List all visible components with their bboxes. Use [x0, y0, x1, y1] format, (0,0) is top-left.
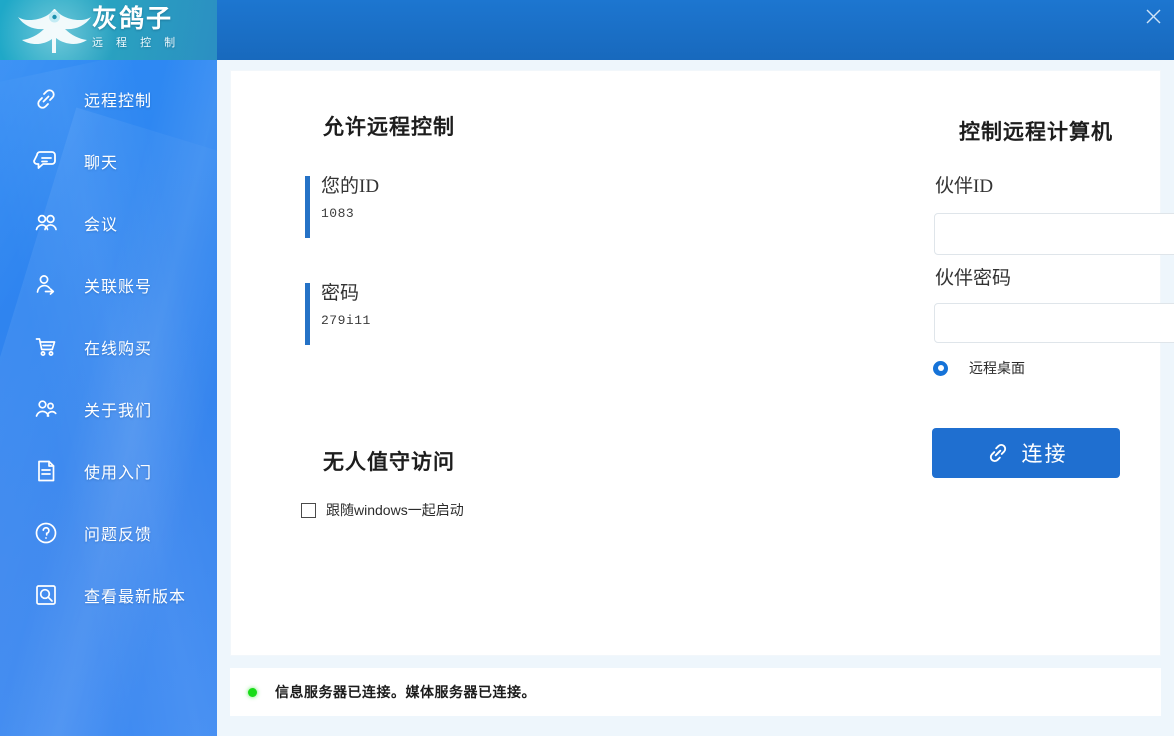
sidebar-item-label: 查看最新版本 [84, 583, 186, 607]
content-card: 允许远程控制 您的ID 1083 密码 279i11 无人值守访问 跟随wind… [230, 70, 1161, 656]
partner-password-input[interactable] [934, 303, 1174, 343]
start-with-windows-checkbox[interactable] [301, 503, 316, 518]
chat-icon [30, 145, 62, 177]
remote-desktop-radio[interactable] [933, 361, 948, 376]
your-password-label: 密码 [321, 281, 371, 307]
accent-bar [305, 283, 310, 345]
your-id-block: 您的ID 1083 [305, 174, 379, 221]
accent-bar [305, 176, 310, 238]
your-password-block: 密码 279i11 [305, 281, 371, 328]
remote-desktop-radio-row[interactable]: 远程桌面 [933, 358, 1025, 378]
partner-id-label: 伙伴ID [935, 171, 993, 198]
sidebar-item-label: 关于我们 [84, 397, 152, 421]
sidebar-item-feedback[interactable]: 问题反馈 [0, 502, 217, 564]
sidebar-item-getting-started[interactable]: 使用入门 [0, 440, 217, 502]
app-logo: 灰鸽子 远 程 控 制 [0, 0, 217, 60]
sidebar-item-meeting[interactable]: 会议 [0, 192, 217, 254]
app-window: 灰鸽子 远 程 控 制 远程控制 [0, 0, 1174, 736]
title-bar [217, 0, 1174, 60]
sidebar-item-check-version[interactable]: 查看最新版本 [0, 564, 217, 626]
sidebar-item-label: 问题反馈 [84, 521, 152, 545]
partner-password-label: 伙伴密码 [935, 263, 1011, 290]
status-indicator-dot [248, 688, 257, 697]
logo-subtitle: 远 程 控 制 [92, 35, 180, 51]
getting-started-icon [30, 455, 62, 487]
unattended-access-title: 无人值守访问 [323, 446, 455, 476]
logo-title: 灰鸽子 [92, 4, 180, 34]
sidebar-item-label: 远程控制 [84, 87, 152, 111]
sidebar-nav: 远程控制 聊天 [0, 60, 217, 626]
sidebar: 灰鸽子 远 程 控 制 远程控制 [0, 0, 217, 736]
start-with-windows-row[interactable]: 跟随windows一起启动 [301, 500, 464, 520]
sidebar-item-label: 会议 [84, 211, 118, 235]
feedback-icon [30, 517, 62, 549]
status-message: 信息服务器已连接。媒体服务器已连接。 [275, 682, 536, 702]
sidebar-item-label: 使用入门 [84, 459, 152, 483]
remote-desktop-label: 远程桌面 [969, 358, 1025, 378]
your-password-value[interactable]: 279i11 [321, 313, 371, 328]
meeting-icon [30, 207, 62, 239]
control-remote-title: 控制远程计算机 [959, 116, 1113, 146]
connect-button[interactable]: 连接 [932, 428, 1120, 478]
allow-remote-title: 允许远程控制 [323, 111, 455, 141]
close-window-button[interactable] [1138, 2, 1168, 30]
close-icon [1145, 8, 1162, 25]
dove-logo-icon [16, 5, 94, 57]
sidebar-item-label: 在线购买 [84, 335, 152, 359]
sidebar-item-remote-control[interactable]: 远程控制 [0, 68, 217, 130]
sidebar-item-label: 关联账号 [84, 273, 152, 297]
sidebar-item-label: 聊天 [84, 149, 118, 173]
sidebar-item-online-purchase[interactable]: 在线购买 [0, 316, 217, 378]
start-with-windows-label: 跟随windows一起启动 [326, 500, 464, 520]
link-icon [985, 440, 1011, 466]
about-us-icon [30, 393, 62, 425]
main-content: 允许远程控制 您的ID 1083 密码 279i11 无人值守访问 跟随wind… [217, 60, 1174, 736]
partner-id-input[interactable] [935, 214, 1174, 254]
linked-account-icon [30, 269, 62, 301]
sidebar-item-about-us[interactable]: 关于我们 [0, 378, 217, 440]
your-id-label: 您的ID [321, 174, 379, 200]
partner-id-combobox[interactable] [934, 213, 1174, 255]
sidebar-item-chat[interactable]: 聊天 [0, 130, 217, 192]
status-bar: 信息服务器已连接。媒体服务器已连接。 [230, 668, 1161, 716]
logo-text: 灰鸽子 远 程 控 制 [92, 4, 180, 51]
connect-button-label: 连接 [1022, 438, 1068, 468]
cart-icon [30, 331, 62, 363]
your-id-value[interactable]: 1083 [321, 206, 379, 221]
radio-dot [938, 365, 944, 371]
check-version-icon [30, 579, 62, 611]
sidebar-item-linked-account[interactable]: 关联账号 [0, 254, 217, 316]
link-icon [30, 83, 62, 115]
